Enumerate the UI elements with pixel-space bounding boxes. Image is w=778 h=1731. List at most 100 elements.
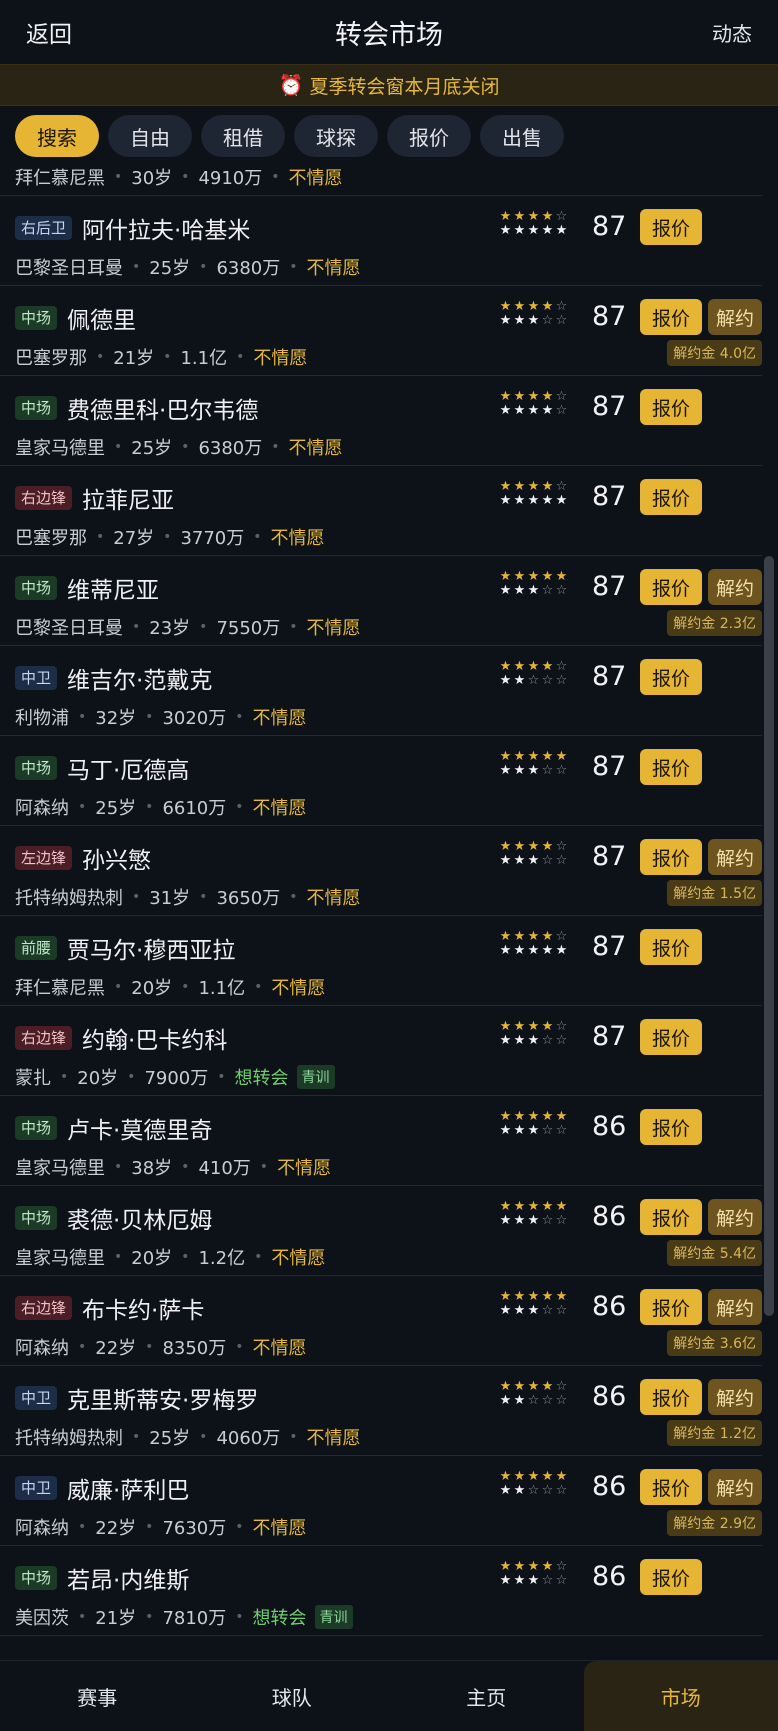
player-name[interactable]: 卢卡·莫德里奇 xyxy=(67,1111,212,1145)
player-row[interactable]: 中场 马丁·厄德高 阿森纳 • 25岁 • 6610万 • 不情愿 ★★★★★ ★★★☆☆ 87 报价 xyxy=(0,736,762,826)
nav-item-0[interactable]: 赛事 xyxy=(0,1661,195,1731)
news-button[interactable]: 动态 xyxy=(712,18,752,47)
dot-separator: • xyxy=(96,529,105,545)
player-name[interactable]: 若昂·内维斯 xyxy=(67,1561,189,1595)
release-clause-button[interactable]: 解约 xyxy=(708,1379,762,1415)
player-meta: 托特纳姆热刺 • 31岁 • 3650万 • 不情愿 xyxy=(15,884,361,910)
dot-separator: • xyxy=(259,1159,269,1175)
release-clause-button[interactable]: 解约 xyxy=(708,1469,762,1505)
player-row[interactable]: 右边锋 约翰·巴卡约科 蒙扎 • 20岁 • 7900万 • 想转会 青训 ★★★★☆ ★★★☆☆ 87… xyxy=(0,1006,762,1096)
offer-button[interactable]: 报价 xyxy=(640,209,702,245)
offer-button[interactable]: 报价 xyxy=(640,1109,702,1145)
player-row[interactable]: 前锋哈里·凯恩拜仁慕尼黑•30岁•4910万•不情愿 ★★☆☆☆88报价 xyxy=(0,166,762,196)
player-meta: 利物浦 • 32岁 • 3020万 • 不情愿 xyxy=(15,704,307,730)
offer-button[interactable]: 报价 xyxy=(640,1199,702,1235)
club-name: 托特纳姆热刺 xyxy=(15,1428,123,1449)
offer-button[interactable]: 报价 xyxy=(640,1289,702,1325)
tab-2[interactable]: 租借 xyxy=(201,115,285,157)
tab-3[interactable]: 球探 xyxy=(294,115,378,157)
filled-star-icon: ★ xyxy=(541,1559,555,1574)
empty-star-icon: ☆ xyxy=(541,1213,555,1228)
player-row[interactable]: 中场 维蒂尼亚 巴黎圣日耳曼 • 23岁 • 7550万 • 不情愿 ★★★★★ ★★★☆☆ 87 报价… xyxy=(0,556,762,646)
release-clause-button[interactable]: 解约 xyxy=(708,1199,762,1235)
player-name[interactable]: 维吉尔·范戴克 xyxy=(67,661,212,695)
player-age: 20岁 xyxy=(77,1068,119,1089)
player-row[interactable]: 中场 佩德里 巴塞罗那 • 21岁 • 1.1亿 • 不情愿 ★★★★☆ ★★★☆☆ 87 报价 解约 解约… xyxy=(0,286,762,376)
release-clause-button[interactable]: 解约 xyxy=(708,1289,762,1325)
list-scrollbar[interactable] xyxy=(764,166,774,1660)
offer-button[interactable]: 报价 xyxy=(640,1379,702,1415)
filled-star-icon: ★ xyxy=(513,1123,527,1138)
offer-button[interactable]: 报价 xyxy=(640,479,702,515)
player-name[interactable]: 费德里科·巴尔韦德 xyxy=(67,391,258,425)
offer-button[interactable]: 报价 xyxy=(640,299,702,335)
filled-star-icon: ★ xyxy=(499,403,513,418)
nav-item-2[interactable]: 主页 xyxy=(389,1661,584,1731)
offer-button[interactable]: 报价 xyxy=(640,1019,702,1055)
nav-item-3[interactable]: 市场 xyxy=(583,1661,778,1731)
offer-button[interactable]: 报价 xyxy=(640,569,702,605)
player-list[interactable]: 前锋哈里·凯恩拜仁慕尼黑•30岁•4910万•不情愿 ★★☆☆☆88报价右后卫阿… xyxy=(0,166,762,1660)
tab-4[interactable]: 报价 xyxy=(387,115,471,157)
offer-button[interactable]: 报价 xyxy=(640,389,702,425)
back-button[interactable]: 返回 xyxy=(26,15,72,49)
player-name[interactable]: 克里斯蒂安·罗梅罗 xyxy=(67,1381,258,1415)
player-row[interactable]: 中场 卢卡·莫德里奇 皇家马德里 • 38岁 • 410万 • 不情愿 ★★★★★ ★★★☆☆ 86 报… xyxy=(0,1096,762,1186)
release-clause-button[interactable]: 解约 xyxy=(708,839,762,875)
player-header: 前腰 贾马尔·穆西亚拉 xyxy=(15,931,235,965)
player-meta: 拜仁慕尼黑 • 30岁 • 4910万 • 不情愿 xyxy=(15,166,343,190)
tab-5[interactable]: 出售 xyxy=(480,115,564,157)
player-name[interactable]: 马丁·厄德高 xyxy=(67,751,189,785)
filled-star-icon: ★ xyxy=(499,943,513,958)
player-header: 中卫 克里斯蒂安·罗梅罗 xyxy=(15,1381,258,1415)
player-name[interactable]: 裘德·贝林厄姆 xyxy=(67,1201,212,1235)
release-clause-button[interactable]: 解约 xyxy=(708,299,762,335)
player-name[interactable]: 维蒂尼亚 xyxy=(67,571,159,605)
offer-button[interactable]: 报价 xyxy=(640,1469,702,1505)
player-name[interactable]: 威廉·萨利巴 xyxy=(67,1471,189,1505)
offer-button[interactable]: 报价 xyxy=(640,659,702,695)
filled-star-icon: ★ xyxy=(513,659,527,674)
player-header: 左边锋 孙兴慜 xyxy=(15,841,151,875)
player-row[interactable]: 中卫 维吉尔·范戴克 利物浦 • 32岁 • 3020万 • 不情愿 ★★★★☆ ★★☆☆☆ 87 报价 xyxy=(0,646,762,736)
player-row[interactable]: 左边锋 孙兴慜 托特纳姆热刺 • 31岁 • 3650万 • 不情愿 ★★★★☆ ★★★☆☆ 87 报价… xyxy=(0,826,762,916)
position-badge: 中场 xyxy=(15,1206,58,1230)
release-clause-button[interactable]: 解约 xyxy=(708,569,762,605)
release-clause-amount: 解约金 5.4亿 xyxy=(667,1240,762,1266)
player-row[interactable]: 右边锋 布卡约·萨卡 阿森纳 • 22岁 • 8350万 • 不情愿 ★★★★★ ★★★☆☆ 86 报价… xyxy=(0,1276,762,1366)
player-row[interactable]: 中场 裘德·贝林厄姆 皇家马德里 • 20岁 • 1.2亿 • 不情愿 ★★★★★ ★★★☆☆ 86 报… xyxy=(0,1186,762,1276)
player-name[interactable]: 拉菲尼亚 xyxy=(82,481,174,515)
player-name[interactable]: 贾马尔·穆西亚拉 xyxy=(67,931,235,965)
club-name: 皇家马德里 xyxy=(15,438,105,459)
player-row[interactable]: 右后卫 阿什拉夫·哈基米 巴黎圣日耳曼 • 25岁 • 6380万 • 不情愿 ★★★★☆ ★★★★… xyxy=(0,196,762,286)
player-name[interactable]: 布卡约·萨卡 xyxy=(82,1291,204,1325)
player-name[interactable]: 孙兴慜 xyxy=(82,841,151,875)
player-row[interactable]: 中场 费德里科·巴尔韦德 皇家马德里 • 25岁 • 6380万 • 不情愿 ★★★★☆ ★★★★☆… xyxy=(0,376,762,466)
player-name[interactable]: 约翰·巴卡约科 xyxy=(82,1021,227,1055)
offer-button[interactable]: 报价 xyxy=(640,1559,702,1595)
player-row[interactable]: 右边锋 拉菲尼亚 巴塞罗那 • 27岁 • 3770万 • 不情愿 ★★★★☆ ★★★★★ 87 报价 xyxy=(0,466,762,556)
player-row[interactable]: 中卫 威廉·萨利巴 阿森纳 • 22岁 • 7630万 • 不情愿 ★★★★★ ★★☆☆☆ 86 报价解… xyxy=(0,1456,762,1546)
tab-1[interactable]: 自由 xyxy=(108,115,192,157)
star-rating: ★★★★★ ★★★☆☆ xyxy=(499,1290,573,1318)
scrollbar-thumb[interactable] xyxy=(764,556,774,1316)
player-row[interactable]: 中场 若昂·内维斯 美因茨 • 21岁 • 7810万 • 想转会 青训 ★★★★☆ ★★★☆☆ 86 报… xyxy=(0,1546,762,1636)
player-name[interactable]: 佩德里 xyxy=(67,301,136,335)
filled-star-icon: ★ xyxy=(513,1379,527,1394)
nav-item-1[interactable]: 球队 xyxy=(195,1661,390,1731)
release-clause-amount: 解约金 3.6亿 xyxy=(667,1330,762,1356)
overall-rating: 86 xyxy=(592,1291,627,1322)
market-value: 4910万 xyxy=(198,168,263,189)
offer-button[interactable]: 报价 xyxy=(640,929,702,965)
player-row[interactable]: 前腰 贾马尔·穆西亚拉 拜仁慕尼黑 • 20岁 • 1.1亿 • 不情愿 ★★★★☆ ★★★★★ 87… xyxy=(0,916,762,1006)
filled-star-icon: ★ xyxy=(513,943,527,958)
tab-0[interactable]: 搜索 xyxy=(15,115,99,157)
empty-star-icon: ☆ xyxy=(555,1033,569,1048)
offer-button[interactable]: 报价 xyxy=(640,749,702,785)
dot-separator: • xyxy=(132,619,141,635)
offer-button[interactable]: 报价 xyxy=(640,839,702,875)
position-badge: 中场 xyxy=(15,1566,58,1590)
dot-separator: • xyxy=(235,1519,244,1535)
player-row[interactable]: 中卫 克里斯蒂安·罗梅罗 托特纳姆热刺 • 25岁 • 4060万 • 不情愿 ★★★★☆ ★★☆☆… xyxy=(0,1366,762,1456)
player-name[interactable]: 阿什拉夫·哈基米 xyxy=(82,211,250,245)
